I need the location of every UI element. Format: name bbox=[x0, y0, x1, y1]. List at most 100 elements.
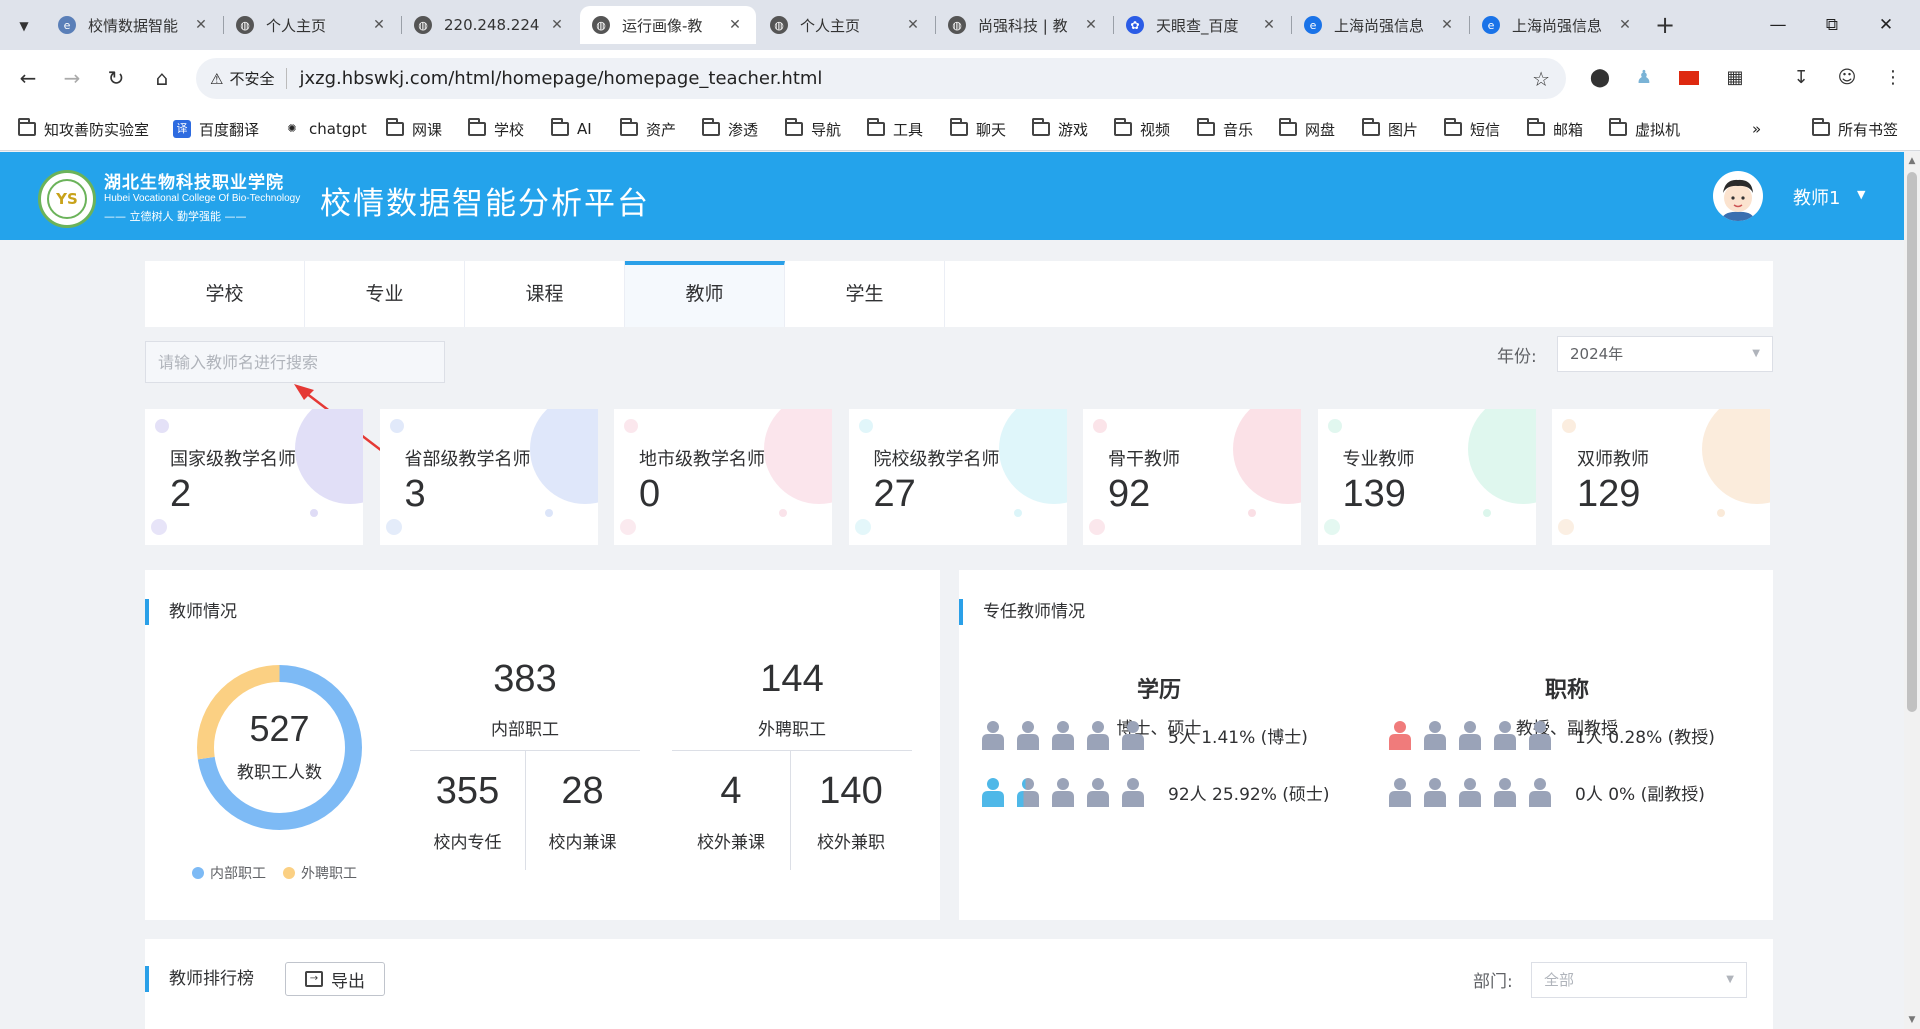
stat-card[interactable]: 院校级教学名师 27 bbox=[848, 409, 1067, 545]
address-bar[interactable]: ⚠ 不安全 jxzg.hbswkj.com/html/homepage/home… bbox=[196, 58, 1566, 99]
stat-card[interactable]: 地市级教学名师 0 bbox=[614, 409, 832, 545]
stat-card[interactable]: 骨干教师 92 bbox=[1083, 409, 1301, 545]
back-button[interactable]: ← bbox=[12, 62, 44, 94]
panel-title: 教师情况 bbox=[145, 599, 237, 625]
stat-card[interactable]: 国家级教学名师 2 bbox=[145, 409, 363, 545]
bookmarks-overflow-button[interactable]: » bbox=[1752, 117, 1761, 141]
tab-close-icon[interactable]: ✕ bbox=[370, 17, 388, 33]
education-heading: 学历 bbox=[1136, 678, 1181, 703]
bookmark-item[interactable]: 音乐 bbox=[1197, 117, 1253, 141]
globe-icon: ◍ bbox=[414, 16, 432, 34]
browser-tab[interactable]: ◍ 220.248.224 ✕ bbox=[402, 6, 578, 44]
export-button[interactable]: → 导出 bbox=[285, 962, 385, 996]
page-scrollbar[interactable]: ▲ ▼ bbox=[1904, 152, 1920, 1029]
bookmark-item[interactable]: 译百度翻译 bbox=[173, 117, 259, 141]
bookmark-item[interactable]: ✺ chatgpt bbox=[283, 117, 367, 141]
bookmark-label: 渗透 bbox=[728, 120, 759, 139]
browser-tab[interactable]: ◍ 运行画像-教 ✕ bbox=[580, 6, 756, 44]
bookmark-item[interactable]: 网盘 bbox=[1279, 117, 1335, 141]
extension-flag-icon[interactable] bbox=[1676, 65, 1702, 91]
profile-avatar-icon[interactable]: ☺ bbox=[1834, 65, 1860, 91]
minimize-button[interactable]: — bbox=[1758, 10, 1798, 40]
staff-total-label: 教职工人数 bbox=[237, 763, 322, 783]
browser-tab[interactable]: ◍ 个人主页 ✕ bbox=[758, 6, 934, 44]
legend-item-internal[interactable]: 内部职工 bbox=[192, 863, 266, 883]
tab-close-icon[interactable]: ✕ bbox=[1082, 17, 1100, 33]
download-icon[interactable]: ↧ bbox=[1788, 65, 1814, 91]
forward-button[interactable]: → bbox=[56, 62, 88, 94]
bookmark-item[interactable]: 学校 bbox=[468, 117, 524, 141]
main-nav-tabs: 学校 专业 课程 教师 学生 bbox=[145, 261, 1773, 327]
year-label: 年份: bbox=[1497, 347, 1537, 367]
stat-card[interactable]: 双师教师 129 bbox=[1552, 409, 1770, 545]
nav-tab[interactable]: 专业 bbox=[305, 261, 465, 327]
bookmark-item[interactable]: 资产 bbox=[620, 117, 676, 141]
browser-tab[interactable]: e 上海尚强信息 ✕ bbox=[1292, 6, 1468, 44]
tab-close-icon[interactable]: ✕ bbox=[1616, 17, 1634, 33]
bookmark-item[interactable]: 游戏 bbox=[1032, 117, 1088, 141]
decorative-bubble bbox=[1233, 409, 1301, 504]
stat-card[interactable]: 专业教师 139 bbox=[1317, 409, 1536, 545]
nav-tab[interactable]: 教师 bbox=[625, 261, 785, 327]
tab-close-icon[interactable]: ✕ bbox=[904, 17, 922, 33]
extensions-puzzle-icon[interactable]: ▦ bbox=[1722, 65, 1748, 91]
nav-tab[interactable]: 学生 bbox=[785, 261, 945, 327]
person-ratio-row: 0人 0% (副教授) bbox=[1388, 777, 1705, 807]
decorative-bubble bbox=[764, 409, 832, 504]
reload-button[interactable]: ↻ bbox=[100, 62, 132, 94]
bookmark-item[interactable]: 邮箱 bbox=[1527, 117, 1583, 141]
stat-card[interactable]: 省部级教学名师 3 bbox=[379, 409, 598, 545]
bookmark-item[interactable]: 网课 bbox=[386, 117, 442, 141]
restore-button[interactable]: ⧉ bbox=[1812, 10, 1852, 40]
bookmark-star-icon[interactable]: ☆ bbox=[1532, 67, 1550, 91]
tab-close-icon[interactable]: ✕ bbox=[192, 17, 210, 33]
bookmark-item[interactable]: 短信 bbox=[1444, 117, 1500, 141]
bookmark-label: 百度翻译 bbox=[199, 120, 260, 139]
home-button[interactable]: ⌂ bbox=[146, 62, 178, 94]
bookmark-item[interactable]: 工具 bbox=[867, 117, 923, 141]
browser-tab[interactable]: ◍ 尚强科技 | 教 ✕ bbox=[936, 6, 1112, 44]
browser-tab[interactable]: e 校情数据智能 ✕ bbox=[46, 6, 222, 44]
tab-close-icon[interactable]: ✕ bbox=[1260, 17, 1278, 33]
tab-close-icon[interactable]: ✕ bbox=[726, 17, 744, 33]
bookmark-item[interactable]: 导航 bbox=[785, 117, 841, 141]
scrollbar-thumb[interactable] bbox=[1907, 172, 1917, 712]
user-avatar[interactable] bbox=[1713, 171, 1763, 221]
browser-tab[interactable]: ✿ 天眼查_百度 ✕ bbox=[1114, 6, 1290, 44]
new-tab-button[interactable]: + bbox=[1650, 10, 1680, 40]
browser-tab[interactable]: ◍ 个人主页 ✕ bbox=[224, 6, 400, 44]
decorative-dot bbox=[1093, 419, 1107, 433]
bookmark-item[interactable]: 视频 bbox=[1114, 117, 1170, 141]
tab-search-button[interactable]: ▼ bbox=[10, 12, 38, 40]
browser-tab[interactable]: e 上海尚强信息 ✕ bbox=[1470, 6, 1646, 44]
bookmark-item[interactable]: 知攻善防实验室 bbox=[18, 117, 149, 141]
bookmark-item[interactable]: AI bbox=[551, 117, 592, 141]
staff-overview-panel: 教师情况 527 教职工人数 内部职工 外聘职工 383 内部职工 355 校内… bbox=[145, 570, 940, 920]
bookmark-item[interactable]: 渗透 bbox=[702, 117, 758, 141]
url-text[interactable]: jxzg.hbswkj.com/html/homepage/homepage_t… bbox=[299, 68, 822, 89]
security-label[interactable]: 不安全 bbox=[229, 68, 288, 89]
scroll-up-icon[interactable]: ▲ bbox=[1904, 156, 1920, 166]
bookmark-item[interactable]: 聊天 bbox=[950, 117, 1006, 141]
bookmark-label: 工具 bbox=[893, 120, 924, 139]
bookmark-label: 视频 bbox=[1140, 120, 1171, 139]
browser-menu-icon[interactable]: ⋮ bbox=[1880, 65, 1906, 91]
scroll-down-icon[interactable]: ▼ bbox=[1904, 1015, 1920, 1025]
tab-close-icon[interactable]: ✕ bbox=[1438, 17, 1456, 33]
teacher-search-input[interactable] bbox=[145, 341, 445, 383]
user-name[interactable]: 教师1 bbox=[1793, 184, 1840, 210]
user-menu-caret-icon[interactable]: ▼ bbox=[1857, 188, 1865, 201]
tab-close-icon[interactable]: ✕ bbox=[548, 17, 566, 33]
legend-item-external[interactable]: 外聘职工 bbox=[283, 863, 357, 883]
extension-circle-icon[interactable]: ⬤ bbox=[1587, 65, 1613, 91]
bookmark-item[interactable]: 图片 bbox=[1362, 117, 1418, 141]
year-select[interactable]: 2024年 ▼ bbox=[1557, 336, 1773, 372]
close-window-button[interactable]: ✕ bbox=[1866, 10, 1906, 40]
nav-tab[interactable]: 课程 bbox=[465, 261, 625, 327]
extension-figure-icon[interactable]: ♟ bbox=[1631, 65, 1657, 91]
all-bookmarks-label: 所有书签 bbox=[1838, 120, 1899, 139]
department-select[interactable]: 全部 ▼ bbox=[1531, 962, 1747, 998]
all-bookmarks-button[interactable]: 所有书签 bbox=[1812, 117, 1898, 141]
bookmark-item[interactable]: 虚拟机 bbox=[1609, 117, 1680, 141]
nav-tab[interactable]: 学校 bbox=[145, 261, 305, 327]
